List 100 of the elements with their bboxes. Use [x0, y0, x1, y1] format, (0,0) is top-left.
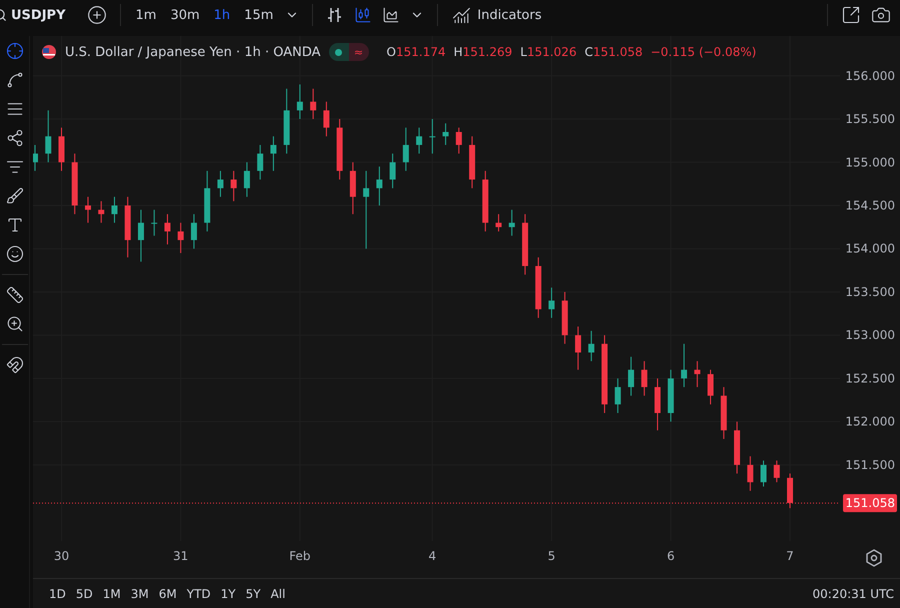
range-button[interactable]: 5D [72, 585, 97, 603]
candlestick [323, 101, 330, 137]
candlestick [734, 421, 740, 474]
candlestick [774, 460, 780, 483]
candlestick [350, 162, 356, 215]
interval-tab[interactable]: 1m [130, 4, 162, 26]
indicators-button[interactable]: Indicators [448, 2, 546, 28]
candlestick [33, 144, 38, 172]
price-axis-label: 154.500 [845, 198, 895, 212]
price-axis-label: 155.500 [845, 112, 895, 126]
range-button[interactable]: 1M [98, 585, 125, 603]
candlestick [548, 287, 555, 318]
range-button[interactable]: YTD [182, 585, 215, 603]
ruler-icon[interactable] [6, 286, 24, 304]
price-axis-label: 154.000 [845, 242, 895, 256]
flag-icon [41, 44, 57, 60]
candlestick [456, 127, 462, 154]
candlestick [442, 122, 449, 146]
range-button[interactable]: 3M [126, 585, 153, 603]
trend-line-icon[interactable] [6, 71, 24, 89]
candlestick [257, 144, 264, 180]
candlestick [575, 326, 582, 370]
candlestick-icon [354, 6, 372, 24]
candlestick [469, 136, 476, 189]
candlestick [482, 170, 488, 232]
ohlc-value: O151.174 [386, 45, 446, 59]
time-axis-label: 4 [428, 549, 436, 563]
candlestick [284, 88, 290, 154]
area-chart-icon [382, 6, 400, 24]
candlestick [178, 222, 184, 254]
candlestick [641, 360, 648, 396]
candlestick [98, 200, 104, 224]
candlestick [310, 88, 316, 120]
range-button[interactable]: 1Y [216, 585, 240, 603]
interval-tab[interactable]: 1h [208, 4, 236, 26]
price-axis-label: 156.000 [845, 68, 895, 83]
candlestick [588, 330, 594, 362]
ohlc-value: H 151.269 [454, 45, 512, 59]
magnet-icon[interactable] [6, 356, 24, 374]
time-axis-label: 31 [173, 549, 188, 563]
candlestick [562, 291, 568, 344]
candlestick [296, 84, 303, 120]
candlestick [244, 162, 250, 198]
candlestick [694, 360, 700, 388]
candlestick [681, 343, 688, 388]
candlestick [390, 153, 396, 189]
ohlc-value: L151.026 [520, 45, 577, 59]
brush-icon[interactable] [6, 187, 24, 205]
candlestick [508, 209, 515, 236]
candlestick [416, 127, 422, 154]
time-axis-label: 7 [786, 549, 794, 563]
candlestick [654, 378, 661, 431]
candlestick [787, 473, 793, 509]
clock: 00:20:31 UTC [812, 587, 894, 601]
text-icon[interactable] [6, 216, 24, 234]
price-axis-label: 155.000 [845, 155, 895, 170]
symbol-ticker[interactable]: USDJPY [11, 8, 66, 22]
time-axis-label: 6 [666, 549, 675, 563]
candlestick [217, 170, 224, 198]
emoji-icon[interactable] [6, 245, 24, 263]
indicators-icon[interactable] [452, 6, 472, 24]
candlestick [402, 127, 409, 172]
range-button[interactable]: 5Y [242, 585, 265, 603]
candlestick [720, 386, 727, 440]
candlestick [84, 196, 91, 224]
candlestick [614, 378, 621, 414]
candlestick [496, 214, 502, 232]
interval-tab[interactable]: 30m [165, 4, 205, 26]
range-button[interactable]: 6M [154, 585, 181, 603]
range-button[interactable]: 1D [45, 585, 70, 603]
candlestick [230, 170, 237, 202]
price-axis-label: 153.500 [845, 284, 895, 299]
interval-tab[interactable]: 15m [239, 4, 278, 26]
symbol-title: U.S. Dollar / Japanese Yen · 1h · OANDA [65, 44, 321, 60]
candlestick [429, 118, 436, 154]
candlestick [668, 369, 674, 422]
horizontal-lines-icon[interactable] [6, 100, 24, 118]
ohlc-value: C151.058 [584, 45, 643, 59]
candlestick [747, 456, 754, 492]
candlestick [522, 214, 528, 276]
time-axis-label: 30 [54, 549, 70, 563]
candlestick [164, 214, 170, 245]
price-axis-label: 152.000 [845, 414, 895, 429]
price-change: −0.115 (−0.08%) [650, 45, 756, 59]
price-axis-label: 151.500 [845, 458, 895, 472]
last-price-label: 151.058 [843, 494, 897, 512]
settings-icon[interactable] [866, 549, 882, 567]
candlestick [760, 460, 766, 488]
candlestick [270, 136, 276, 172]
range-button[interactable]: All [266, 585, 290, 603]
candlestick [58, 127, 64, 172]
crosshair-icon[interactable] [6, 42, 24, 60]
candlestick [376, 166, 382, 206]
time-axis-label: 5 [548, 549, 556, 563]
candlestick [204, 170, 210, 232]
candlestick [151, 209, 158, 236]
candlestick [111, 196, 118, 224]
zoom-in-icon[interactable] [6, 315, 24, 333]
candlestick [336, 118, 343, 180]
price-axis-label: 152.500 [845, 371, 895, 386]
